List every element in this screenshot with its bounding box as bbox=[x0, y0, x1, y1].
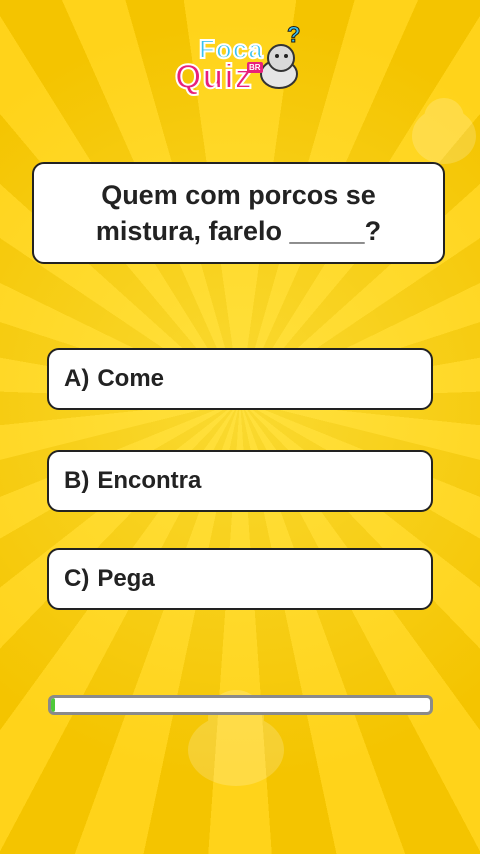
seal-watermark-icon bbox=[412, 98, 476, 164]
option-b-button[interactable]: B) Encontra bbox=[47, 450, 433, 512]
option-text: Come bbox=[97, 365, 165, 392]
option-letter: B) bbox=[64, 467, 90, 494]
option-c-button[interactable]: C) Pega bbox=[47, 548, 433, 610]
option-a-button[interactable]: A) Come bbox=[47, 348, 433, 410]
option-text: Pega bbox=[97, 565, 155, 592]
question-text: Quem com porcos se mistura, farelo _____… bbox=[95, 180, 382, 246]
option-text: Encontra bbox=[97, 467, 202, 494]
logo-badge: BR bbox=[247, 62, 263, 73]
seal-mascot-icon: ? bbox=[260, 22, 301, 89]
option-letter: A) bbox=[64, 365, 90, 392]
timer-progress-bar bbox=[48, 695, 433, 715]
svg-text:?: ? bbox=[287, 22, 300, 47]
question-card: Quem com porcos se mistura, farelo _____… bbox=[32, 162, 445, 264]
option-letter: C) bbox=[64, 565, 90, 592]
logo-word-quiz: Quiz bbox=[174, 57, 253, 97]
app-logo: Foca Quiz ? BR bbox=[165, 22, 315, 102]
timer-progress-fill bbox=[51, 698, 55, 712]
